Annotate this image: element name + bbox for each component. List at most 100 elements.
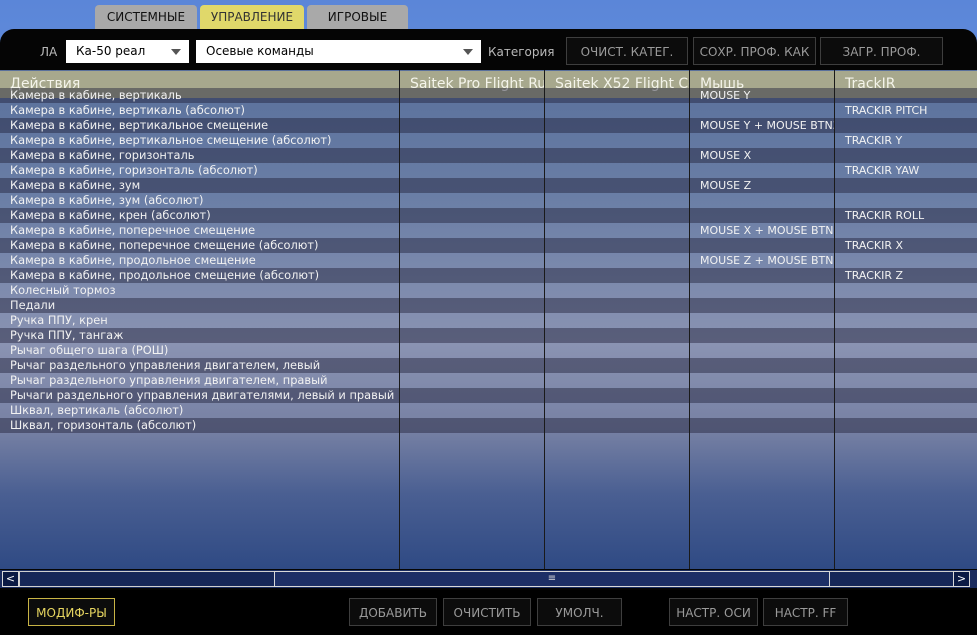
mouse-binding-cell[interactable] — [690, 388, 834, 403]
trackir-binding-cell[interactable] — [835, 418, 977, 433]
action-cell[interactable]: Ручка ППУ, крен — [0, 313, 399, 328]
action-cell[interactable]: Шквал, вертикаль (абсолют) — [0, 403, 399, 418]
save-profile-as-button[interactable]: СОХР. ПРОФ. КАК — [693, 37, 816, 65]
clear-category-button[interactable]: ОЧИСТ. КАТЕГ. — [566, 37, 688, 65]
table-row[interactable]: Камера в кабине, горизонталь (абсолют) TR… — [0, 163, 977, 178]
trackir-binding-cell[interactable] — [835, 388, 977, 403]
table-row[interactable]: Педали — [0, 298, 977, 313]
mouse-binding-cell[interactable]: MOUSE Y — [690, 88, 834, 103]
table-row[interactable]: Камера в кабине, крен (абсолют) TRACKIR R… — [0, 208, 977, 223]
mouse-binding-cell[interactable] — [690, 313, 834, 328]
trackir-binding-cell[interactable] — [835, 343, 977, 358]
tab-game[interactable]: ИГРОВЫЕ — [307, 5, 408, 29]
ff-settings-button[interactable]: НАСТР. FF — [763, 598, 848, 626]
horizontal-scrollbar[interactable]: < ≡ > — [0, 570, 977, 588]
action-cell[interactable]: Камера в кабине, поперечное смещение — [0, 223, 399, 238]
trackir-binding-cell[interactable]: TRACKIR X — [835, 238, 977, 253]
action-cell[interactable]: Педали — [0, 298, 399, 313]
table-row[interactable]: Ручка ППУ, крен — [0, 313, 977, 328]
trackir-binding-cell[interactable]: TRACKIR Y — [835, 133, 977, 148]
mouse-binding-cell[interactable] — [690, 163, 834, 178]
mouse-binding-cell[interactable] — [690, 193, 834, 208]
mouse-binding-cell[interactable]: MOUSE Z + MOUSE BTN3 — [690, 253, 834, 268]
trackir-binding-cell[interactable] — [835, 403, 977, 418]
aircraft-select[interactable]: Ка-50 реал — [66, 40, 189, 63]
scroll-right-button[interactable]: > — [953, 571, 970, 587]
action-cell[interactable]: Ручка ППУ, тангаж — [0, 328, 399, 343]
mouse-binding-cell[interactable] — [690, 373, 834, 388]
table-row[interactable]: Камера в кабине, зум (абсолют) — [0, 193, 977, 208]
mouse-binding-cell[interactable] — [690, 328, 834, 343]
trackir-binding-cell[interactable] — [835, 328, 977, 343]
table-row[interactable]: Камера в кабине, горизонталь MOUSE X — [0, 148, 977, 163]
action-cell[interactable]: Рычаг общего шага (РОШ) — [0, 343, 399, 358]
table-row[interactable]: Рычаг общего шага (РОШ) — [0, 343, 977, 358]
action-cell[interactable]: Камера в кабине, зум — [0, 178, 399, 193]
action-cell[interactable]: Камера в кабине, вертикаль — [0, 88, 399, 103]
action-cell[interactable]: Камера в кабине, продольное смещение (аб… — [0, 268, 399, 283]
add-button[interactable]: ДОБАВИТЬ — [349, 598, 437, 626]
action-cell[interactable]: Камера в кабине, продольное смещение — [0, 253, 399, 268]
mouse-binding-cell[interactable] — [690, 418, 834, 433]
trackir-binding-cell[interactable] — [835, 313, 977, 328]
action-cell[interactable]: Колесный тормоз — [0, 283, 399, 298]
modifiers-button[interactable]: МОДИФ-РЫ — [28, 598, 115, 626]
action-cell[interactable]: Камера в кабине, горизонталь — [0, 148, 399, 163]
mouse-binding-cell[interactable] — [690, 403, 834, 418]
table-row[interactable]: Камера в кабине, вертикальное смещение MO… — [0, 118, 977, 133]
mouse-binding-cell[interactable] — [690, 343, 834, 358]
table-row[interactable]: Рычаги раздельного управления двигателям… — [0, 388, 977, 403]
trackir-binding-cell[interactable]: TRACKIR ROLL — [835, 208, 977, 223]
action-cell[interactable]: Камера в кабине, вертикальное смещение — [0, 118, 399, 133]
category-select[interactable]: Осевые команды — [196, 40, 481, 63]
mouse-binding-cell[interactable] — [690, 103, 834, 118]
table-row[interactable]: Шквал, горизонталь (абсолют) — [0, 418, 977, 433]
action-cell[interactable]: Камера в кабине, крен (абсолют) — [0, 208, 399, 223]
scroll-left-button[interactable]: < — [2, 571, 19, 587]
mouse-binding-cell[interactable] — [690, 268, 834, 283]
mouse-binding-cell[interactable] — [690, 283, 834, 298]
trackir-binding-cell[interactable]: TRACKIR YAW — [835, 163, 977, 178]
table-row[interactable]: Камера в кабине, вертикаль MOUSE Y — [0, 88, 977, 103]
mouse-binding-cell[interactable] — [690, 208, 834, 223]
trackir-binding-cell[interactable] — [835, 88, 977, 103]
trackir-binding-cell[interactable] — [835, 178, 977, 193]
mouse-binding-cell[interactable] — [690, 133, 834, 148]
table-row[interactable]: Камера в кабине, поперечное смещение MOUS… — [0, 223, 977, 238]
trackir-binding-cell[interactable] — [835, 193, 977, 208]
action-cell[interactable]: Камера в кабине, зум (абсолют) — [0, 193, 399, 208]
scroll-thumb[interactable]: ≡ — [274, 571, 830, 587]
action-cell[interactable]: Камера в кабине, вертикальное смещение (… — [0, 133, 399, 148]
tab-control[interactable]: УПРАВЛЕНИЕ — [200, 5, 304, 29]
mouse-binding-cell[interactable]: MOUSE Z — [690, 178, 834, 193]
table-row[interactable]: Ручка ППУ, тангаж — [0, 328, 977, 343]
table-row[interactable]: Рычаг раздельного управления двигателем,… — [0, 373, 977, 388]
tab-system[interactable]: СИСТЕМНЫЕ — [95, 5, 197, 29]
trackir-binding-cell[interactable] — [835, 283, 977, 298]
mouse-binding-cell[interactable] — [690, 298, 834, 313]
action-cell[interactable]: Камера в кабине, горизонталь (абсолют) — [0, 163, 399, 178]
trackir-binding-cell[interactable] — [835, 118, 977, 133]
trackir-binding-cell[interactable] — [835, 148, 977, 163]
mouse-binding-cell[interactable] — [690, 358, 834, 373]
trackir-binding-cell[interactable] — [835, 253, 977, 268]
table-row[interactable]: Камера в кабине, вертикаль (абсолют) TRAC… — [0, 103, 977, 118]
table-row[interactable]: Камера в кабине, продольное смещение (аб… — [0, 268, 977, 283]
trackir-binding-cell[interactable]: TRACKIR PITCH — [835, 103, 977, 118]
table-row[interactable]: Камера в кабине, зум MOUSE Z — [0, 178, 977, 193]
mouse-binding-cell[interactable] — [690, 238, 834, 253]
action-cell[interactable]: Рычаг раздельного управления двигателем,… — [0, 373, 399, 388]
table-row[interactable]: Шквал, вертикаль (абсолют) — [0, 403, 977, 418]
trackir-binding-cell[interactable] — [835, 298, 977, 313]
action-cell[interactable]: Рычаги раздельного управления двигателям… — [0, 388, 399, 403]
clear-button[interactable]: ОЧИСТИТЬ — [443, 598, 531, 626]
trackir-binding-cell[interactable]: TRACKIR Z — [835, 268, 977, 283]
default-button[interactable]: УМОЛЧ. — [537, 598, 622, 626]
action-cell[interactable]: Камера в кабине, поперечное смещение (аб… — [0, 238, 399, 253]
table-row[interactable]: Камера в кабине, продольное смещение MOUS… — [0, 253, 977, 268]
mouse-binding-cell[interactable]: MOUSE Y + MOUSE BTN3 — [690, 118, 834, 133]
table-row[interactable]: Рычаг раздельного управления двигателем,… — [0, 358, 977, 373]
table-row[interactable]: Камера в кабине, вертикальное смещение (… — [0, 133, 977, 148]
trackir-binding-cell[interactable] — [835, 358, 977, 373]
axis-settings-button[interactable]: НАСТР. ОСИ — [669, 598, 758, 626]
